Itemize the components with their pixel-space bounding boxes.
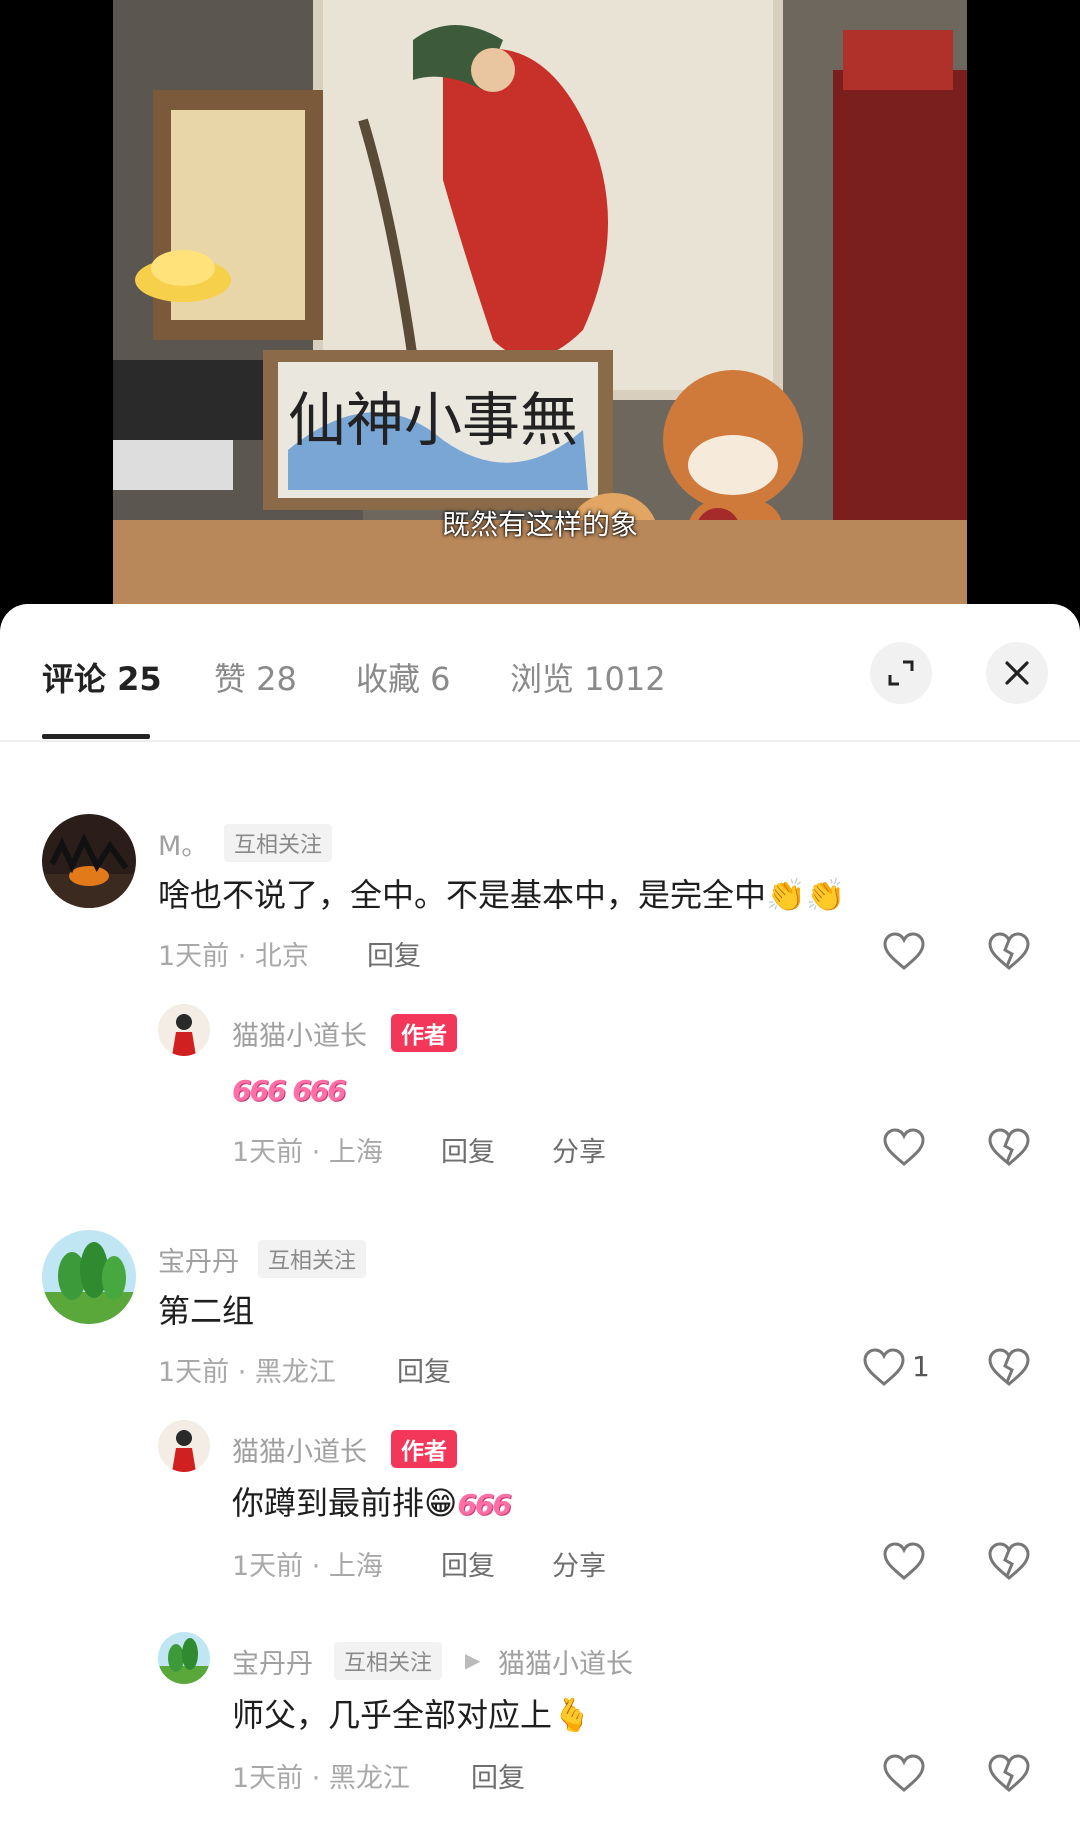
comment-meta: 1天前 · 黑龙江: [232, 1763, 410, 1794]
comment-username[interactable]: 猫猫小道长: [232, 1014, 367, 1053]
video-frame: 仙神小事無: [113, 0, 967, 640]
reply-button[interactable]: 回复: [441, 1130, 495, 1169]
grin-emoji: 😁: [424, 1484, 458, 1522]
comment-text[interactable]: 666 666: [232, 1070, 347, 1108]
video-scene-image: 仙神小事無: [113, 0, 967, 640]
broken-heart-icon[interactable]: [987, 1348, 1031, 1388]
active-tab-indicator: [42, 734, 150, 739]
expand-icon: [888, 660, 914, 686]
comment-meta: 1天前 · 北京: [158, 941, 309, 972]
expand-button[interactable]: [870, 642, 932, 704]
heart-icon[interactable]: [862, 1348, 906, 1388]
reply-button[interactable]: 回复: [471, 1756, 525, 1795]
close-button[interactable]: [986, 642, 1048, 704]
heart-icon[interactable]: [882, 1128, 926, 1168]
tab-views[interactable]: 浏览 1012: [510, 654, 666, 700]
comment-username[interactable]: 宝丹丹: [232, 1642, 313, 1681]
comment-sheet: 评论 25 赞 28 收藏 6 浏览 1012 M。 互相关注 啥也不说了，全中…: [0, 604, 1080, 1828]
author-badge: 作者: [391, 1014, 457, 1052]
comment-username[interactable]: M。: [158, 824, 208, 863]
heart-icon[interactable]: [882, 1542, 926, 1582]
share-button[interactable]: 分享: [552, 1544, 606, 1583]
share-button[interactable]: 分享: [552, 1130, 606, 1169]
tab-favorites[interactable]: 收藏 6: [356, 654, 451, 700]
heart-icon[interactable]: [882, 932, 926, 972]
tab-divider: [0, 740, 1080, 742]
comment-username[interactable]: 宝丹丹: [158, 1240, 239, 1279]
tab-likes[interactable]: 赞 28: [214, 654, 297, 700]
comment-text[interactable]: 你蹲到最前排😁666: [232, 1478, 512, 1524]
like-count: 1: [912, 1350, 930, 1383]
reply-button[interactable]: 回复: [397, 1350, 451, 1389]
mutual-follow-tag: 互相关注: [224, 824, 333, 862]
video-subtitle: 既然有这样的象: [441, 508, 638, 541]
heart-icon[interactable]: [882, 1754, 926, 1794]
avatar[interactable]: [42, 814, 136, 908]
comment-text[interactable]: 师父，几乎全部对应上🫰: [232, 1690, 592, 1736]
666-sticker: 666 666: [232, 1074, 347, 1107]
broken-heart-icon[interactable]: [987, 932, 1031, 972]
svg-text:仙神小事無: 仙神小事無: [288, 388, 578, 453]
comment-username[interactable]: 猫猫小道长: [232, 1430, 367, 1469]
comment-meta: 1天前 · 黑龙江: [158, 1357, 336, 1388]
avatar[interactable]: [158, 1632, 210, 1684]
comment-text[interactable]: 第二组: [158, 1286, 254, 1332]
comment-text[interactable]: 啥也不说了，全中。不是基本中，是完全中👏👏: [158, 870, 846, 916]
broken-heart-icon[interactable]: [987, 1754, 1031, 1794]
author-badge: 作者: [391, 1430, 457, 1468]
reply-button[interactable]: 回复: [367, 934, 421, 973]
broken-heart-icon[interactable]: [987, 1128, 1031, 1168]
666-sticker: 666: [457, 1488, 511, 1521]
avatar[interactable]: [42, 1230, 136, 1324]
avatar[interactable]: [158, 1004, 210, 1056]
finger-heart-emoji: 🫰: [552, 1696, 592, 1734]
reply-to-username[interactable]: 猫猫小道长: [498, 1642, 633, 1681]
reply-arrow-icon: ▶: [465, 1648, 481, 1672]
clap-emoji: 👏👏: [766, 876, 846, 914]
comment-meta: 1天前 · 上海: [232, 1137, 383, 1168]
broken-heart-icon[interactable]: [987, 1542, 1031, 1582]
mutual-follow-tag: 互相关注: [258, 1240, 367, 1278]
video-player[interactable]: 仙神小事無 既然有这样的象: [0, 0, 1080, 640]
comment-meta: 1天前 · 上海: [232, 1551, 383, 1582]
avatar[interactable]: [158, 1420, 210, 1472]
tab-bar: 评论 25 赞 28 收藏 6 浏览 1012: [0, 604, 1080, 742]
mutual-follow-tag: 互相关注: [334, 1642, 443, 1680]
close-icon: [1005, 661, 1029, 685]
reply-button[interactable]: 回复: [441, 1544, 495, 1583]
tab-comments[interactable]: 评论 25: [42, 654, 162, 700]
